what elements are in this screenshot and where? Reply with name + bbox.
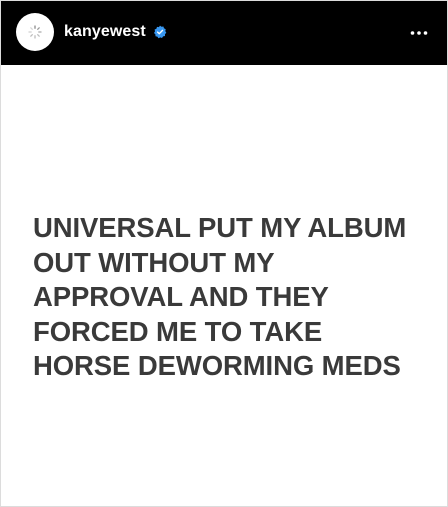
post-text: UNIVERSAL PUT MY ALBUM OUT WITHOUT MY AP… <box>33 212 407 381</box>
instagram-post: kanyewest UNIVERSAL PUT MY ALBUM OUT WIT… <box>0 0 448 507</box>
post-header: kanyewest <box>1 1 447 65</box>
avatar[interactable] <box>16 13 54 51</box>
verified-badge-icon <box>154 25 167 39</box>
more-options-icon[interactable] <box>409 23 429 43</box>
loading-spinner-icon <box>28 25 42 39</box>
post-image: UNIVERSAL PUT MY ALBUM OUT WITHOUT MY AP… <box>1 65 447 506</box>
username-link[interactable]: kanyewest <box>64 21 146 43</box>
